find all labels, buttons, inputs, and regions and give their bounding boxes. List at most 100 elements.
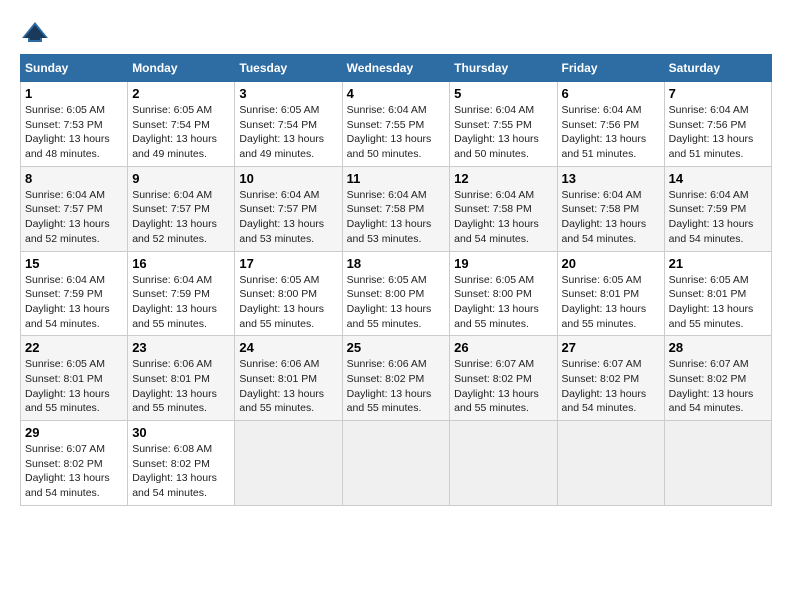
day-number: 14 [669, 171, 767, 186]
day-number: 27 [562, 340, 660, 355]
day-detail: Sunrise: 6:05 AM Sunset: 7:54 PM Dayligh… [239, 103, 337, 162]
calendar-cell [450, 421, 557, 506]
day-detail: Sunrise: 6:04 AM Sunset: 7:58 PM Dayligh… [562, 188, 660, 247]
calendar-day-header: Wednesday [342, 55, 450, 82]
calendar-cell: 6 Sunrise: 6:04 AM Sunset: 7:56 PM Dayli… [557, 82, 664, 167]
day-number: 25 [347, 340, 446, 355]
day-number: 19 [454, 256, 552, 271]
day-number: 6 [562, 86, 660, 101]
calendar-cell: 12 Sunrise: 6:04 AM Sunset: 7:58 PM Dayl… [450, 166, 557, 251]
day-detail: Sunrise: 6:05 AM Sunset: 8:00 PM Dayligh… [347, 273, 446, 332]
day-number: 15 [25, 256, 123, 271]
calendar-cell: 11 Sunrise: 6:04 AM Sunset: 7:58 PM Dayl… [342, 166, 450, 251]
calendar-cell: 24 Sunrise: 6:06 AM Sunset: 8:01 PM Dayl… [235, 336, 342, 421]
calendar-day-header: Monday [128, 55, 235, 82]
day-detail: Sunrise: 6:07 AM Sunset: 8:02 PM Dayligh… [562, 357, 660, 416]
day-detail: Sunrise: 6:06 AM Sunset: 8:01 PM Dayligh… [132, 357, 230, 416]
day-detail: Sunrise: 6:06 AM Sunset: 8:01 PM Dayligh… [239, 357, 337, 416]
calendar-cell: 2 Sunrise: 6:05 AM Sunset: 7:54 PM Dayli… [128, 82, 235, 167]
day-number: 24 [239, 340, 337, 355]
day-number: 18 [347, 256, 446, 271]
calendar-day-header: Friday [557, 55, 664, 82]
calendar-cell: 18 Sunrise: 6:05 AM Sunset: 8:00 PM Dayl… [342, 251, 450, 336]
calendar-cell: 26 Sunrise: 6:07 AM Sunset: 8:02 PM Dayl… [450, 336, 557, 421]
calendar-cell: 10 Sunrise: 6:04 AM Sunset: 7:57 PM Dayl… [235, 166, 342, 251]
calendar-header-row: SundayMondayTuesdayWednesdayThursdayFrid… [21, 55, 772, 82]
day-detail: Sunrise: 6:07 AM Sunset: 8:02 PM Dayligh… [25, 442, 123, 501]
day-detail: Sunrise: 6:04 AM Sunset: 7:57 PM Dayligh… [239, 188, 337, 247]
calendar-cell [342, 421, 450, 506]
calendar-day-header: Thursday [450, 55, 557, 82]
logo [20, 20, 54, 44]
day-detail: Sunrise: 6:04 AM Sunset: 7:55 PM Dayligh… [347, 103, 446, 162]
day-number: 4 [347, 86, 446, 101]
day-number: 3 [239, 86, 337, 101]
calendar-cell: 13 Sunrise: 6:04 AM Sunset: 7:58 PM Dayl… [557, 166, 664, 251]
day-number: 13 [562, 171, 660, 186]
day-detail: Sunrise: 6:04 AM Sunset: 7:58 PM Dayligh… [347, 188, 446, 247]
day-detail: Sunrise: 6:04 AM Sunset: 7:56 PM Dayligh… [562, 103, 660, 162]
day-detail: Sunrise: 6:05 AM Sunset: 7:53 PM Dayligh… [25, 103, 123, 162]
day-detail: Sunrise: 6:07 AM Sunset: 8:02 PM Dayligh… [454, 357, 552, 416]
day-number: 2 [132, 86, 230, 101]
day-detail: Sunrise: 6:05 AM Sunset: 8:00 PM Dayligh… [239, 273, 337, 332]
day-detail: Sunrise: 6:04 AM Sunset: 7:57 PM Dayligh… [25, 188, 123, 247]
day-detail: Sunrise: 6:05 AM Sunset: 8:01 PM Dayligh… [562, 273, 660, 332]
calendar-cell: 3 Sunrise: 6:05 AM Sunset: 7:54 PM Dayli… [235, 82, 342, 167]
day-detail: Sunrise: 6:05 AM Sunset: 8:01 PM Dayligh… [25, 357, 123, 416]
calendar-cell: 17 Sunrise: 6:05 AM Sunset: 8:00 PM Dayl… [235, 251, 342, 336]
day-detail: Sunrise: 6:08 AM Sunset: 8:02 PM Dayligh… [132, 442, 230, 501]
day-number: 5 [454, 86, 552, 101]
day-number: 23 [132, 340, 230, 355]
day-number: 26 [454, 340, 552, 355]
calendar-cell: 16 Sunrise: 6:04 AM Sunset: 7:59 PM Dayl… [128, 251, 235, 336]
calendar-cell: 29 Sunrise: 6:07 AM Sunset: 8:02 PM Dayl… [21, 421, 128, 506]
day-detail: Sunrise: 6:05 AM Sunset: 8:01 PM Dayligh… [669, 273, 767, 332]
calendar-week-row: 22 Sunrise: 6:05 AM Sunset: 8:01 PM Dayl… [21, 336, 772, 421]
day-detail: Sunrise: 6:05 AM Sunset: 7:54 PM Dayligh… [132, 103, 230, 162]
calendar-cell: 4 Sunrise: 6:04 AM Sunset: 7:55 PM Dayli… [342, 82, 450, 167]
calendar-cell: 30 Sunrise: 6:08 AM Sunset: 8:02 PM Dayl… [128, 421, 235, 506]
calendar-body: 1 Sunrise: 6:05 AM Sunset: 7:53 PM Dayli… [21, 82, 772, 506]
calendar-cell: 7 Sunrise: 6:04 AM Sunset: 7:56 PM Dayli… [664, 82, 771, 167]
day-detail: Sunrise: 6:06 AM Sunset: 8:02 PM Dayligh… [347, 357, 446, 416]
calendar-cell: 5 Sunrise: 6:04 AM Sunset: 7:55 PM Dayli… [450, 82, 557, 167]
day-number: 1 [25, 86, 123, 101]
calendar-week-row: 8 Sunrise: 6:04 AM Sunset: 7:57 PM Dayli… [21, 166, 772, 251]
day-number: 16 [132, 256, 230, 271]
day-detail: Sunrise: 6:04 AM Sunset: 7:59 PM Dayligh… [25, 273, 123, 332]
day-detail: Sunrise: 6:05 AM Sunset: 8:00 PM Dayligh… [454, 273, 552, 332]
day-number: 8 [25, 171, 123, 186]
calendar-cell: 1 Sunrise: 6:05 AM Sunset: 7:53 PM Dayli… [21, 82, 128, 167]
page-header [20, 20, 772, 44]
day-detail: Sunrise: 6:04 AM Sunset: 7:58 PM Dayligh… [454, 188, 552, 247]
day-number: 21 [669, 256, 767, 271]
day-detail: Sunrise: 6:04 AM Sunset: 7:56 PM Dayligh… [669, 103, 767, 162]
calendar-cell: 9 Sunrise: 6:04 AM Sunset: 7:57 PM Dayli… [128, 166, 235, 251]
day-number: 12 [454, 171, 552, 186]
logo-icon [20, 20, 50, 44]
calendar-cell [664, 421, 771, 506]
day-number: 7 [669, 86, 767, 101]
calendar-table: SundayMondayTuesdayWednesdayThursdayFrid… [20, 54, 772, 506]
day-number: 20 [562, 256, 660, 271]
calendar-day-header: Tuesday [235, 55, 342, 82]
day-number: 10 [239, 171, 337, 186]
day-detail: Sunrise: 6:04 AM Sunset: 7:59 PM Dayligh… [132, 273, 230, 332]
calendar-cell: 15 Sunrise: 6:04 AM Sunset: 7:59 PM Dayl… [21, 251, 128, 336]
day-detail: Sunrise: 6:07 AM Sunset: 8:02 PM Dayligh… [669, 357, 767, 416]
calendar-cell: 22 Sunrise: 6:05 AM Sunset: 8:01 PM Dayl… [21, 336, 128, 421]
day-number: 22 [25, 340, 123, 355]
calendar-week-row: 29 Sunrise: 6:07 AM Sunset: 8:02 PM Dayl… [21, 421, 772, 506]
day-number: 17 [239, 256, 337, 271]
day-detail: Sunrise: 6:04 AM Sunset: 7:57 PM Dayligh… [132, 188, 230, 247]
calendar-week-row: 1 Sunrise: 6:05 AM Sunset: 7:53 PM Dayli… [21, 82, 772, 167]
calendar-cell: 23 Sunrise: 6:06 AM Sunset: 8:01 PM Dayl… [128, 336, 235, 421]
day-number: 28 [669, 340, 767, 355]
calendar-cell: 28 Sunrise: 6:07 AM Sunset: 8:02 PM Dayl… [664, 336, 771, 421]
calendar-cell: 8 Sunrise: 6:04 AM Sunset: 7:57 PM Dayli… [21, 166, 128, 251]
calendar-cell: 21 Sunrise: 6:05 AM Sunset: 8:01 PM Dayl… [664, 251, 771, 336]
day-number: 30 [132, 425, 230, 440]
calendar-cell: 20 Sunrise: 6:05 AM Sunset: 8:01 PM Dayl… [557, 251, 664, 336]
day-detail: Sunrise: 6:04 AM Sunset: 7:59 PM Dayligh… [669, 188, 767, 247]
